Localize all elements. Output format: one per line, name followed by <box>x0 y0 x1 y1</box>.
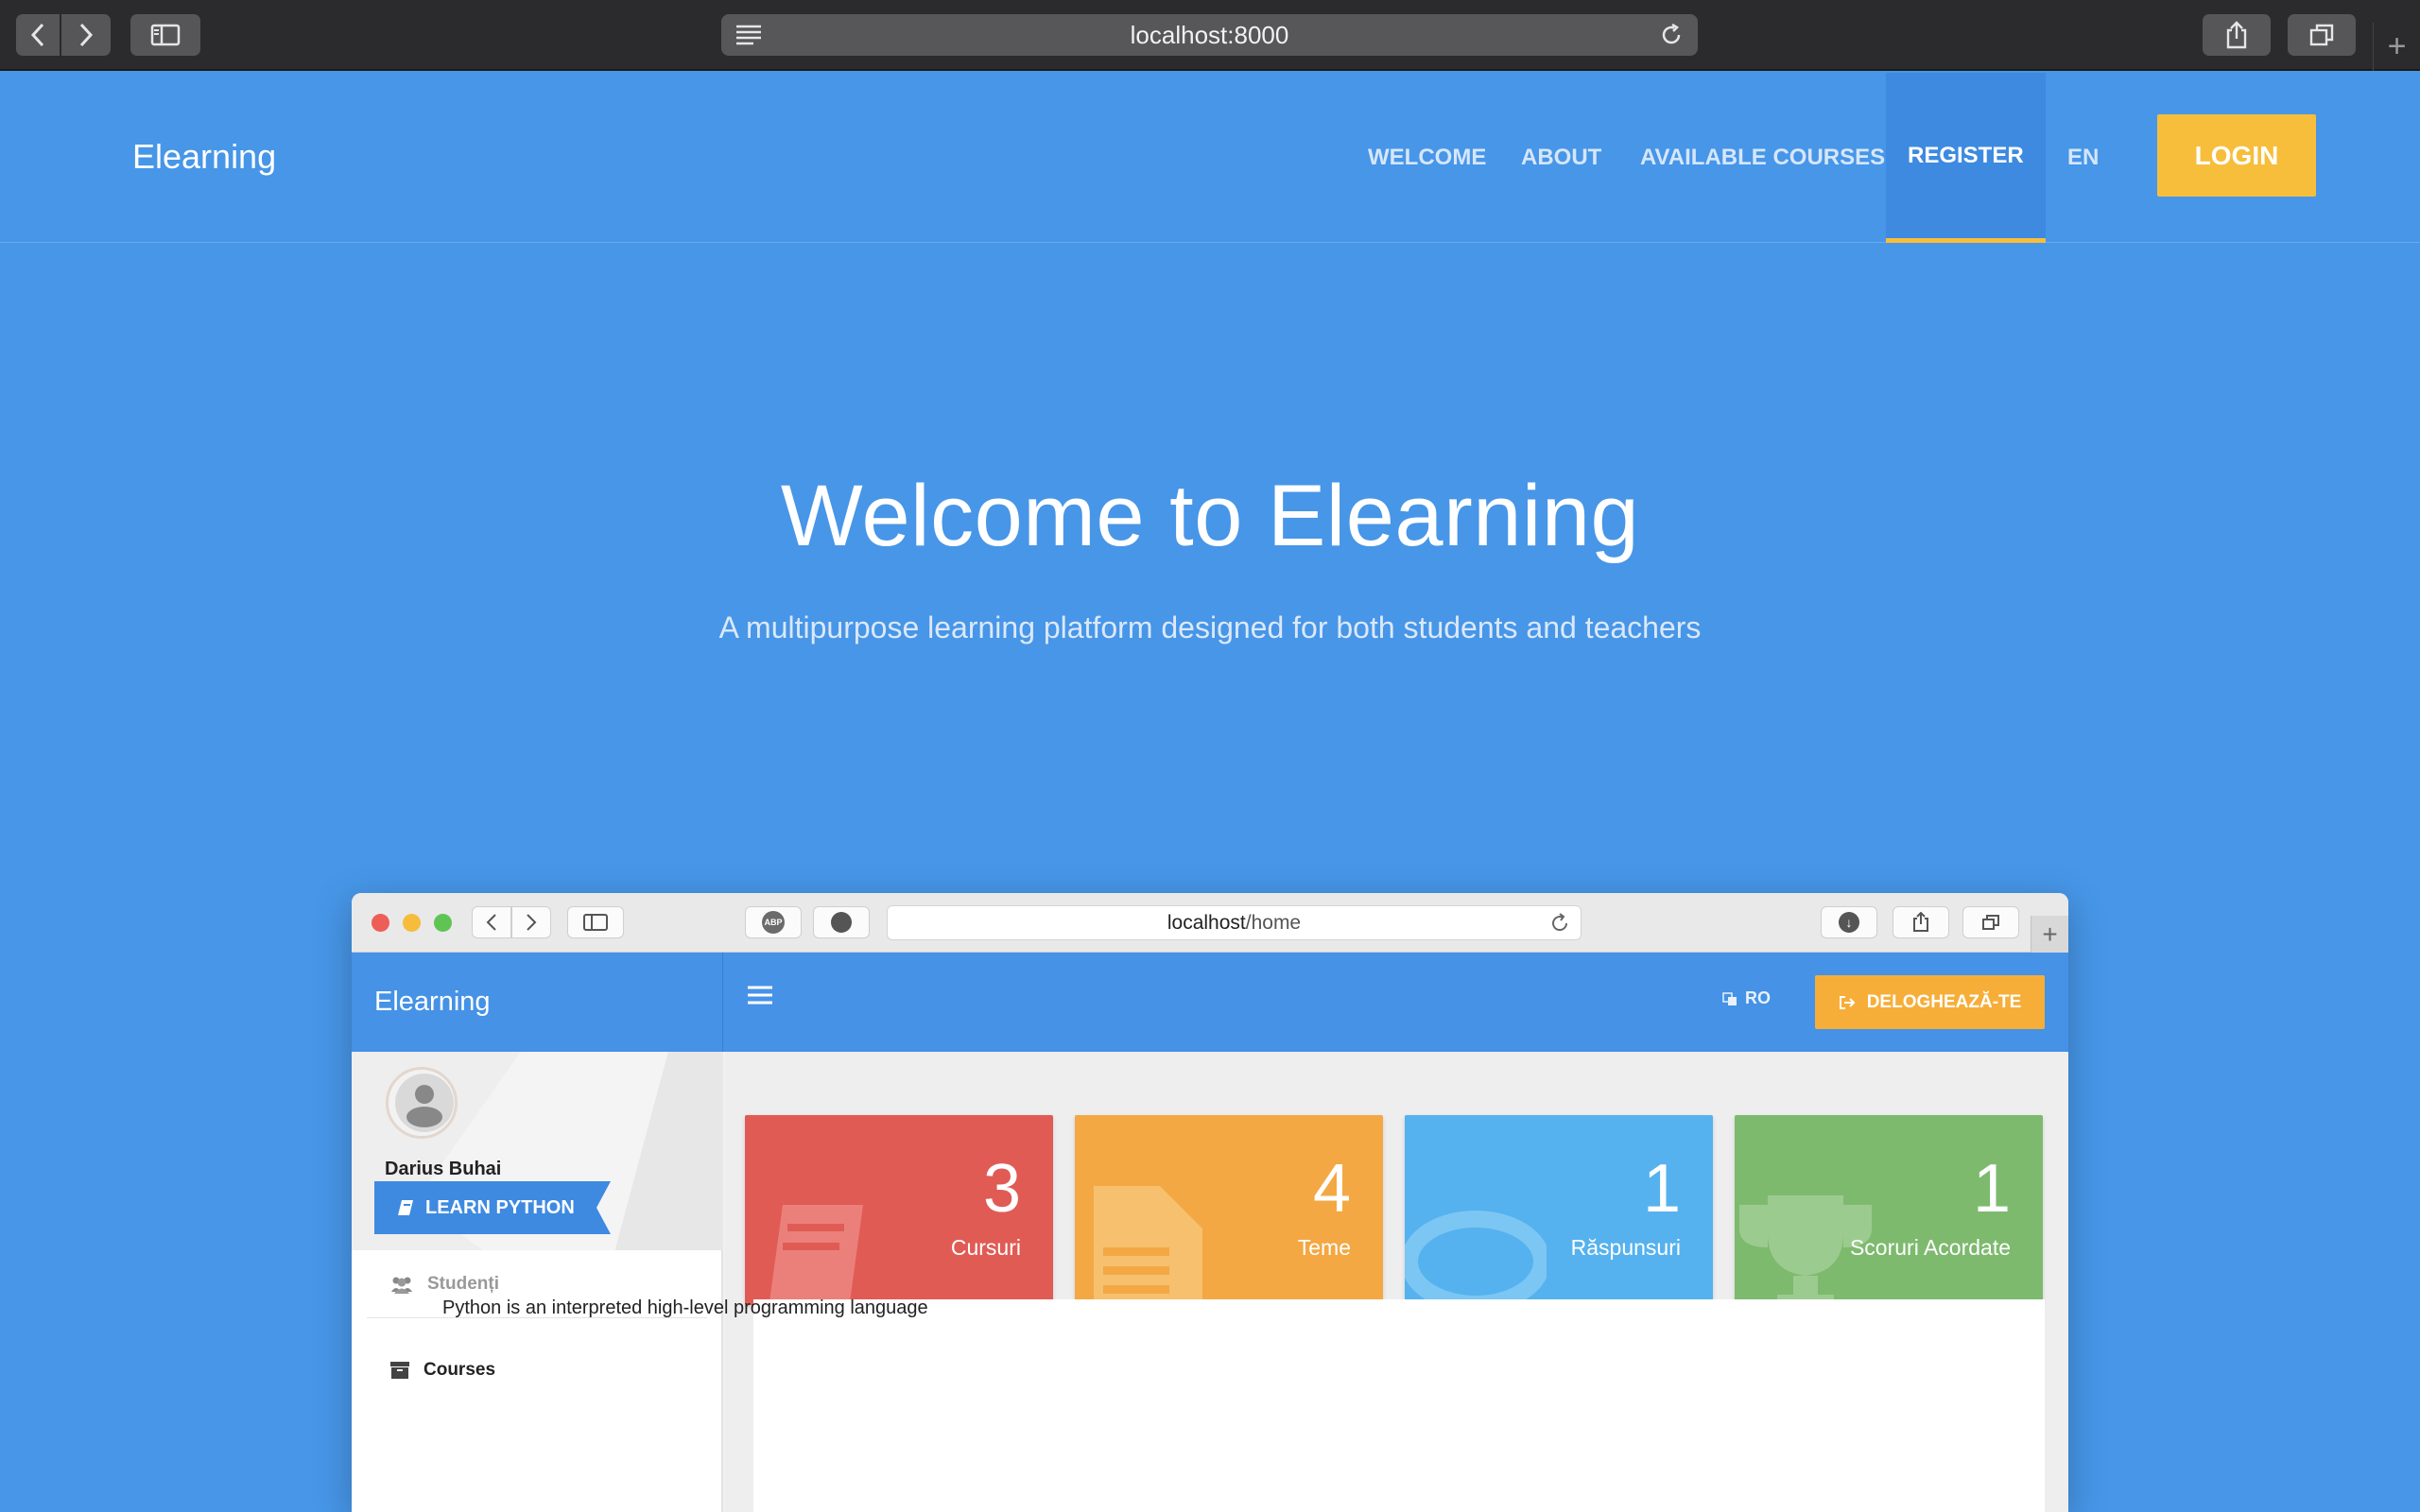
stat-label: Cursuri <box>950 1235 1021 1260</box>
tabs-overview-button[interactable] <box>2288 14 2356 56</box>
close-dot-icon <box>372 914 389 932</box>
preview-url-path: /home <box>1245 911 1302 934</box>
chevron-left-icon <box>30 23 44 47</box>
minimize-dot-icon <box>403 914 421 932</box>
app-preview-window: ABP localhost/home ↓ + Elearning RO DELO… <box>352 893 2068 1512</box>
sidebar-icon <box>583 914 608 931</box>
stat-card-teme: 4 Teme <box>1075 1115 1383 1305</box>
course-panel <box>753 1299 2045 1512</box>
book-icon <box>398 1200 413 1215</box>
stat-value: 1 <box>1642 1151 1681 1227</box>
forward-button[interactable] <box>61 14 111 56</box>
users-icon <box>391 1277 412 1294</box>
preview-back-button <box>472 906 511 938</box>
sidebar-icon <box>150 24 181 46</box>
avatar <box>386 1067 458 1139</box>
preview-sidebar-button <box>567 906 624 938</box>
logout-label: DELOGHEAZĂ-TE <box>1866 991 2022 1012</box>
book-icon <box>769 1205 863 1305</box>
comment-icon <box>1405 1211 1547 1305</box>
hamburger-menu-icon <box>748 986 772 1005</box>
chevron-right-icon <box>79 23 94 47</box>
logout-button: DELOGHEAZĂ-TE <box>1815 975 2045 1029</box>
preview-new-tab-button: + <box>2031 916 2068 953</box>
adblock-icon: ABP <box>762 911 785 934</box>
course-title-ribbon: LEARN PYTHON <box>374 1181 611 1234</box>
archive-icon <box>390 1362 409 1379</box>
stat-label: Răspunsuri <box>1570 1235 1681 1260</box>
sign-out-icon <box>1839 995 1856 1009</box>
app-main-content: 3 Cursuri 4 Teme 1 Răspunsuri 1 Scoruri … <box>725 1052 2068 1512</box>
preview-address-bar: localhost/home <box>887 905 1582 940</box>
site-navbar: Elearning WELCOME ABOUT AVAILABLE COURSE… <box>0 73 2420 243</box>
preview-forward-button <box>511 906 551 938</box>
nav-available-courses[interactable]: AVAILABLE COURSES <box>1640 73 1885 243</box>
extension-button <box>813 906 870 938</box>
zoom-dot-icon <box>434 914 452 932</box>
share-icon <box>2226 21 2247 49</box>
language-icon <box>1722 991 1737 1005</box>
app-header: Elearning RO DELOGHEAZĂ-TE <box>352 953 2068 1052</box>
preview-downloads-button: ↓ <box>1821 906 1877 938</box>
site-brand[interactable]: Elearning <box>132 137 276 177</box>
share-icon <box>1913 912 1928 932</box>
app-brand: Elearning <box>374 987 491 1017</box>
app-sidebar: Darius Buhai Leader Studenți Courses <box>352 1052 723 1512</box>
user-name: Darius Buhai <box>385 1159 502 1179</box>
back-button[interactable] <box>16 14 60 56</box>
stat-label: Teme <box>1297 1235 1351 1260</box>
stat-card-scoruri: 1 Scoruri Acordate <box>1735 1115 2043 1305</box>
sidebar-item-label: Courses <box>424 1360 496 1380</box>
browser-toolbar: localhost:8000 + <box>0 0 2420 71</box>
url-text: localhost:8000 <box>1130 20 1289 49</box>
file-icon <box>1094 1186 1202 1305</box>
language-label: RO <box>1745 988 1771 1007</box>
course-description: Python is an interpreted high-level prog… <box>442 1297 928 1318</box>
stat-label: Scoruri Acordate <box>1849 1235 2011 1260</box>
nav-language[interactable]: EN <box>2067 73 2099 243</box>
hand-icon <box>831 912 852 933</box>
sidebar-item-courses: Courses <box>389 1320 495 1420</box>
tabs-icon <box>2309 24 2334 46</box>
preview-tabs-button <box>1962 906 2019 938</box>
nav-about[interactable]: ABOUT <box>1521 73 1601 243</box>
sidebar-item-label: Studenți <box>427 1274 499 1294</box>
hero-subtitle: A multipurpose learning platform designe… <box>718 610 1702 644</box>
new-tab-button[interactable]: + <box>2373 23 2420 71</box>
reload-icon[interactable] <box>1658 22 1685 48</box>
course-title: LEARN PYTHON <box>425 1196 575 1218</box>
hero-title: Welcome to Elearning <box>780 468 1640 564</box>
download-icon: ↓ <box>1839 912 1859 933</box>
stat-value: 3 <box>982 1151 1021 1227</box>
header-divider <box>722 953 723 1052</box>
stat-card-cursuri: 3 Cursuri <box>745 1115 1053 1305</box>
sidebar-toggle-button[interactable] <box>130 14 200 56</box>
address-bar[interactable]: localhost:8000 <box>721 14 1698 56</box>
plus-icon: + <box>2387 28 2407 64</box>
reader-icon[interactable] <box>735 24 763 46</box>
tabs-icon <box>1982 915 1999 930</box>
plus-icon: + <box>2042 919 2058 949</box>
reload-icon <box>1552 913 1568 932</box>
stat-value: 1 <box>1972 1151 2011 1227</box>
language-switch: RO <box>1722 988 1771 1008</box>
preview-share-button <box>1893 906 1949 938</box>
stat-value: 4 <box>1312 1151 1351 1227</box>
chevron-left-icon <box>486 914 496 931</box>
nav-register[interactable]: REGISTER <box>1886 73 2046 243</box>
adblock-button: ABP <box>745 906 802 938</box>
login-button[interactable]: LOGIN <box>2157 114 2316 197</box>
share-button[interactable] <box>2203 14 2271 56</box>
stat-card-raspunsuri: 1 Răspunsuri <box>1405 1115 1713 1305</box>
preview-browser-toolbar: ABP localhost/home ↓ + <box>352 893 2068 953</box>
chevron-right-icon <box>527 914 537 931</box>
nav-welcome[interactable]: WELCOME <box>1368 73 1486 243</box>
user-icon <box>395 1074 454 1132</box>
preview-url-host: localhost <box>1167 911 1246 934</box>
